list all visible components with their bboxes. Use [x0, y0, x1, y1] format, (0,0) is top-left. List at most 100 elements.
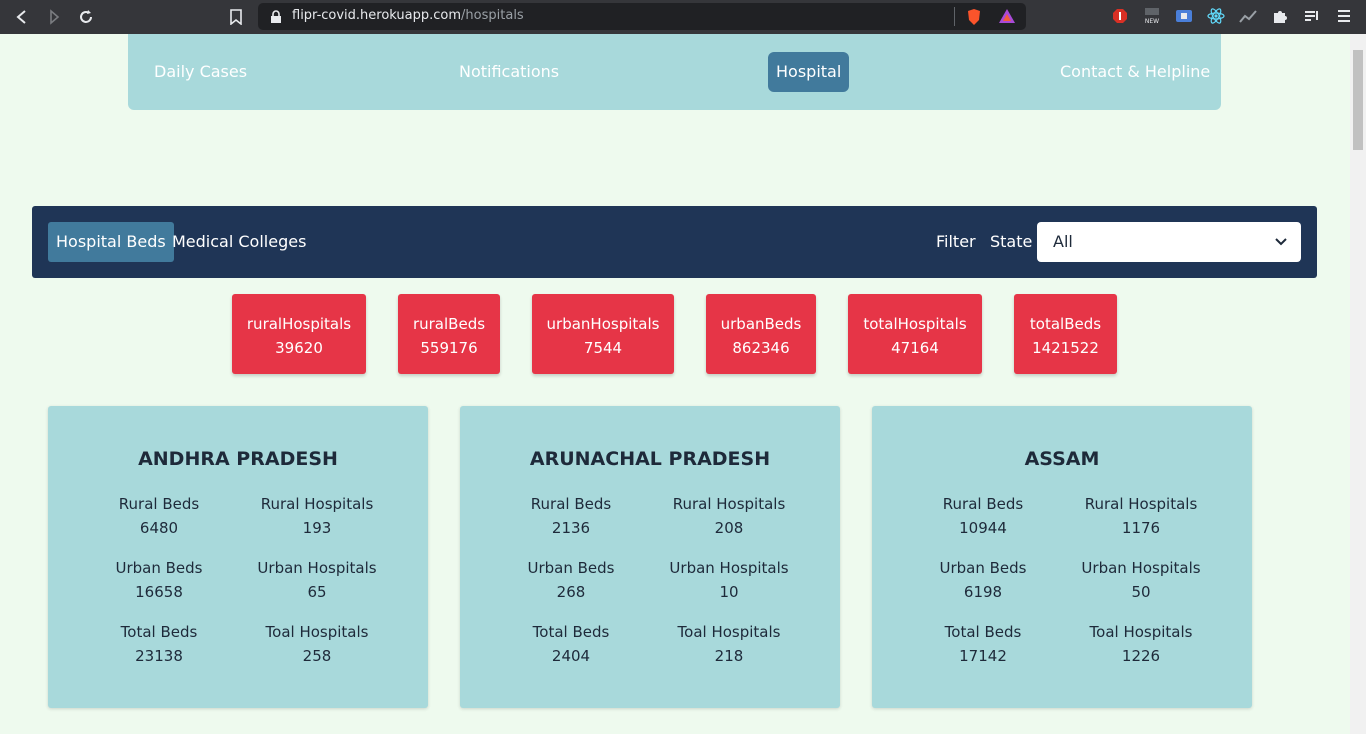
stat-value: 862346 — [732, 339, 790, 357]
state-name: ANDHRA PRADESH — [138, 448, 338, 470]
state-select[interactable]: All — [1037, 222, 1301, 262]
menu-icon[interactable] — [1335, 7, 1353, 25]
rural-beds-value: 2136 — [551, 519, 591, 537]
stat-value: 559176 — [420, 339, 478, 357]
total-hospitals-label: Toal Hospitals — [265, 623, 369, 641]
adblock-icon[interactable] — [1111, 7, 1129, 25]
stat-total-beds: totalBeds 1421522 — [1014, 294, 1117, 374]
svg-text:NEW: NEW — [1145, 18, 1159, 25]
total-hospitals: Toal Hospitals 218 — [644, 620, 814, 668]
stat-label: ruralHospitals — [246, 315, 352, 333]
brave-rewards-icon[interactable] — [998, 8, 1016, 28]
page-scrollbar[interactable] — [1350, 34, 1366, 734]
filter-label: Filter — [936, 232, 976, 251]
urban-hospitals-value: 65 — [307, 583, 327, 601]
reload-icon[interactable] — [74, 5, 98, 29]
forward-icon[interactable] — [42, 5, 66, 29]
brave-shield-icon[interactable] — [966, 8, 982, 30]
state-card-andhra-pradesh: ANDHRA PRADESH Rural Beds 6480 Rural Hosp… — [48, 406, 428, 708]
total-hospitals-label: Toal Hospitals — [1089, 623, 1193, 641]
total-hospitals-value: 258 — [302, 647, 332, 665]
stat-total-hospitals: totalHospitals 47164 — [848, 294, 982, 374]
state-name: ARUNACHAL PRADESH — [529, 448, 771, 470]
rural-beds-label: Rural Beds — [118, 495, 200, 513]
stat-label: urbanHospitals — [546, 315, 660, 333]
urban-hospitals: Urban Hospitals 10 — [644, 556, 814, 604]
url-text: flipr-covid.herokuapp.com/hospitals — [292, 8, 524, 23]
media-queue-icon[interactable] — [1303, 7, 1321, 25]
urban-hospitals-label: Urban Hospitals — [257, 559, 377, 577]
stat-value: 1421522 — [1032, 339, 1099, 357]
rural-beds-label: Rural Beds — [530, 495, 612, 513]
total-beds-label: Total Beds — [944, 623, 1022, 641]
chevron-down-icon — [1275, 222, 1287, 262]
urban-hospitals: Urban Hospitals 50 — [1056, 556, 1226, 604]
nav-hospital[interactable]: Hospital — [768, 52, 850, 92]
total-hospitals: Toal Hospitals 1226 — [1056, 620, 1226, 668]
nav-notifications[interactable]: Notifications — [451, 52, 567, 92]
state-card-arunachal-pradesh: ARUNACHAL PRADESH Rural Beds 2136 Rural H… — [460, 406, 840, 708]
nav-contact-helpline[interactable]: Contact & Helpline — [1052, 52, 1218, 92]
rural-hospitals-label: Rural Hospitals — [260, 495, 374, 513]
rural-hospitals-value: 1176 — [1121, 519, 1161, 537]
total-beds-value: 23138 — [135, 647, 183, 665]
filter-bar: Hospital Beds Medical Colleges Filter St… — [32, 206, 1317, 278]
stat-urban-beds: urbanBeds 862346 — [706, 294, 816, 374]
urban-hospitals-label: Urban Hospitals — [1081, 559, 1201, 577]
scrollbar-thumb[interactable] — [1353, 50, 1363, 150]
back-icon[interactable] — [10, 5, 34, 29]
stat-label: totalHospitals — [863, 315, 967, 333]
stat-urban-hospitals: urbanHospitals 7544 — [532, 294, 674, 374]
state-select-value: All — [1053, 232, 1073, 251]
url-divider — [954, 7, 955, 26]
state-name: ASSAM — [1024, 448, 1100, 470]
total-hospitals: Toal Hospitals 258 — [232, 620, 402, 668]
rural-beds-value: 6480 — [139, 519, 179, 537]
total-beds-value: 17142 — [959, 647, 1007, 665]
rural-hospitals-value: 208 — [714, 519, 744, 537]
tab-hospital-beds[interactable]: Hospital Beds — [48, 222, 174, 262]
rural-hospitals: Rural Hospitals 1176 — [1056, 492, 1226, 540]
urban-hospitals: Urban Hospitals 65 — [232, 556, 402, 604]
react-devtools-icon[interactable] — [1207, 7, 1225, 25]
puzzle-icon[interactable] — [1271, 7, 1289, 25]
tab-medical-colleges[interactable]: Medical Colleges — [164, 222, 314, 262]
rural-beds: Rural Beds 6480 — [74, 492, 244, 540]
state-label: State — [990, 232, 1033, 251]
bookmark-icon[interactable] — [224, 5, 248, 29]
total-beds: Total Beds 2404 — [486, 620, 656, 668]
extension-blue-icon[interactable] — [1175, 7, 1193, 25]
rural-beds: Rural Beds 2136 — [486, 492, 656, 540]
urban-beds: Urban Beds 16658 — [74, 556, 244, 604]
url-host: flipr-covid.herokuapp.com — [292, 8, 462, 23]
stat-label: totalBeds — [1029, 315, 1102, 333]
total-hospitals-label: Toal Hospitals — [677, 623, 781, 641]
urban-beds-value: 268 — [556, 583, 586, 601]
stat-rural-hospitals: ruralHospitals 39620 — [232, 294, 366, 374]
browser-toolbar: flipr-covid.herokuapp.com/hospitals NEW — [0, 0, 1366, 34]
urban-hospitals-value: 50 — [1131, 583, 1151, 601]
urban-beds: Urban Beds 6198 — [898, 556, 1068, 604]
stat-value: 39620 — [275, 339, 323, 357]
address-bar[interactable]: flipr-covid.herokuapp.com/hospitals — [258, 3, 1026, 30]
state-card-assam: ASSAM Rural Beds 10944 Rural Hospitals 117… — [872, 406, 1252, 708]
rural-beds: Rural Beds 10944 — [898, 492, 1068, 540]
rural-hospitals-label: Rural Hospitals — [1084, 495, 1198, 513]
urban-beds-label: Urban Beds — [115, 559, 203, 577]
top-navigation: Daily Cases Notifications Hospital Conta… — [128, 34, 1221, 110]
total-beds: Total Beds 23138 — [74, 620, 244, 668]
nav-daily-cases[interactable]: Daily Cases — [146, 52, 255, 92]
chart-extension-icon[interactable] — [1239, 7, 1257, 25]
urban-hospitals-label: Urban Hospitals — [669, 559, 789, 577]
urban-hospitals-value: 10 — [719, 583, 739, 601]
total-beds: Total Beds 17142 — [898, 620, 1068, 668]
total-beds-label: Total Beds — [120, 623, 198, 641]
total-hospitals-value: 1226 — [1121, 647, 1161, 665]
rural-hospitals-label: Rural Hospitals — [672, 495, 786, 513]
new-extension-icon[interactable]: NEW — [1143, 7, 1161, 25]
lock-icon — [270, 9, 282, 28]
page-content: Daily Cases Notifications Hospital Conta… — [0, 34, 1350, 734]
stat-rural-beds: ruralBeds 559176 — [398, 294, 500, 374]
rural-beds-value: 10944 — [959, 519, 1007, 537]
total-hospitals-value: 218 — [714, 647, 744, 665]
